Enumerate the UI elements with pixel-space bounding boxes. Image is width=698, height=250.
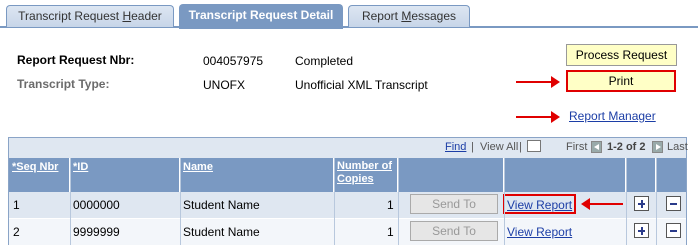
tab-transcript-request-detail[interactable]: Transcript Request Detail — [179, 4, 343, 29]
table-row: 1 0000000 Student Name 1 Send To View Re… — [9, 192, 686, 218]
transcript-type-code: UNOFX — [203, 78, 245, 92]
column-divider — [334, 158, 335, 245]
last-label: Last — [667, 141, 688, 153]
column-divider — [504, 158, 505, 245]
grid-navigation-bar: Find | View All | First 1-2 of 2 Last — [9, 138, 688, 158]
name-cell: Student Name — [183, 225, 260, 239]
column-divider — [70, 158, 71, 245]
seq-nbr-cell: 2 — [13, 225, 20, 239]
nav-separator: | — [519, 141, 522, 153]
download-to-excel-icon[interactable] — [527, 140, 541, 152]
name-cell: Student Name — [183, 198, 260, 212]
tab-bar: Transcript Request Header Transcript Req… — [0, 0, 698, 29]
column-header-view-report — [504, 158, 626, 192]
id-cell: 0000000 — [73, 198, 120, 212]
annotation-highlight-view-report — [503, 194, 576, 214]
column-header-number-of-copies[interactable]: Number of Copies — [334, 158, 398, 192]
view-all-link[interactable]: View All — [480, 141, 518, 153]
column-header-seq-nbr[interactable]: *Seq Nbr — [9, 158, 70, 192]
row-range: 1-2 of 2 — [607, 141, 646, 153]
column-header-id[interactable]: *ID — [70, 158, 180, 192]
tab-label-accesskey: M — [401, 9, 412, 23]
transcript-type-label: Transcript Type: — [17, 77, 110, 91]
transcript-type-description: Unofficial XML Transcript — [295, 78, 428, 92]
seq-nbr-cell: 1 — [13, 198, 20, 212]
tab-label: Report — [361, 9, 402, 23]
copies-cell: 1 — [387, 198, 394, 212]
delete-row-icon[interactable] — [666, 196, 681, 211]
report-request-nbr-value: 004057975 — [203, 54, 264, 68]
column-divider — [180, 158, 181, 245]
table-row: 2 9999999 Student Name 1 Send To View Re… — [9, 219, 686, 245]
annotation-arrow-view-report — [581, 198, 623, 210]
copies-cell: 1 — [387, 225, 394, 239]
next-row-icon[interactable] — [652, 141, 663, 153]
previous-row-icon[interactable] — [591, 141, 602, 153]
id-cell: 9999999 — [73, 225, 120, 239]
column-divider — [398, 158, 399, 245]
report-manager-link[interactable]: Report Manager — [569, 109, 656, 123]
column-header-name[interactable]: Name — [180, 158, 334, 192]
tab-label: Transcript Request Detail — [188, 8, 334, 22]
transcript-request-grid: Find | View All | First 1-2 of 2 Last *S… — [8, 137, 688, 245]
find-link[interactable]: Find — [445, 141, 466, 153]
view-report-link[interactable]: View Report — [507, 225, 572, 239]
tab-label: eader — [131, 9, 162, 23]
send-to-button[interactable]: Send To — [410, 194, 498, 214]
annotation-arrow-report-manager — [516, 111, 560, 123]
column-divider — [626, 158, 627, 245]
tab-label: essages — [411, 9, 457, 23]
add-row-icon[interactable] — [634, 223, 649, 238]
report-request-nbr-label: Report Request Nbr: — [17, 53, 135, 67]
send-to-button[interactable]: Send To — [410, 221, 498, 241]
nav-separator: | — [471, 141, 474, 153]
print-button[interactable]: Print — [566, 70, 676, 92]
column-header-add — [626, 158, 656, 192]
annotation-arrow-print — [516, 76, 560, 88]
first-label: First — [566, 141, 588, 153]
delete-row-icon[interactable] — [666, 223, 681, 238]
column-divider — [656, 158, 657, 245]
tab-transcript-request-header[interactable]: Transcript Request Header — [6, 5, 174, 27]
add-row-icon[interactable] — [634, 196, 649, 211]
process-request-button[interactable]: Process Request — [566, 44, 677, 66]
request-status: Completed — [295, 54, 354, 68]
column-header-send-to — [398, 158, 504, 192]
tab-label-accesskey: H — [122, 9, 132, 23]
column-header-delete — [656, 158, 686, 192]
tab-label: Transcript Request — [18, 9, 123, 23]
tab-report-messages[interactable]: Report Messages — [348, 5, 470, 27]
